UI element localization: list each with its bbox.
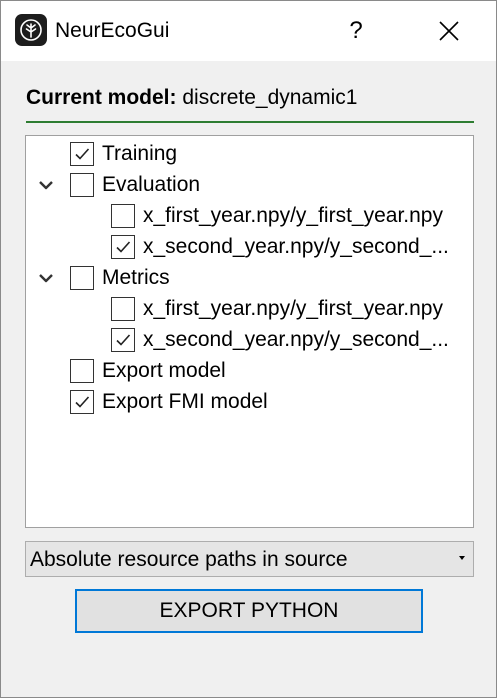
tree-item-label: Export FMI model (102, 390, 268, 413)
close-button[interactable] (424, 11, 474, 51)
expand-chevron-icon[interactable] (35, 174, 57, 196)
tree-item[interactable]: x_second_year.npy/y_second_... (111, 232, 449, 262)
tree-item-label: Export model (102, 359, 226, 382)
tree-item-label: Training (102, 142, 178, 165)
tree-item[interactable]: x_first_year.npy/y_first_year.npy (111, 201, 443, 231)
checkbox-checked[interactable] (111, 235, 135, 259)
checkbox-unchecked[interactable] (70, 173, 94, 197)
app-window: NeurEcoGui ? Current model: discrete_dyn… (0, 0, 497, 698)
checkbox-checked[interactable] (70, 390, 94, 414)
checkbox-checked[interactable] (111, 328, 135, 352)
tree-item-label: x_second_year.npy/y_second_... (143, 235, 449, 258)
checkbox-unchecked[interactable] (70, 266, 94, 290)
leaf-logo-icon (15, 14, 47, 46)
checkmark-icon (75, 396, 90, 408)
help-button[interactable]: ? (331, 11, 381, 51)
tree-item[interactable]: Training (70, 139, 177, 169)
tree-item[interactable]: Metrics (70, 263, 170, 293)
expand-chevron-icon[interactable] (35, 267, 57, 289)
checkbox-checked[interactable] (70, 142, 94, 166)
tree-item[interactable]: Evaluation (70, 170, 200, 200)
resource-paths-selected: Absolute resource paths in source (30, 548, 348, 571)
export-options-tree: Training Evaluation x_first_year.npy/y_fir… (25, 135, 474, 528)
resource-paths-dropdown[interactable]: Absolute resource paths in source (25, 541, 474, 577)
export-python-button[interactable]: EXPORT PYTHON (75, 589, 423, 633)
current-model-label: Current model: (26, 86, 177, 109)
title-bar: NeurEcoGui ? (1, 1, 496, 61)
tree-item-label: Metrics (102, 266, 170, 289)
tree-item[interactable]: Export FMI model (70, 387, 268, 417)
tree-item-label: x_first_year.npy/y_first_year.npy (143, 297, 443, 320)
tree-item[interactable]: Export model (70, 356, 226, 386)
close-icon (439, 21, 459, 41)
current-model-line: Current model: discrete_dynamic1 (26, 85, 357, 111)
checkmark-icon (75, 148, 90, 160)
checkbox-unchecked[interactable] (111, 204, 135, 228)
tree-item[interactable]: x_second_year.npy/y_second_... (111, 325, 449, 355)
checkbox-unchecked[interactable] (70, 359, 94, 383)
tree-item-label: x_first_year.npy/y_first_year.npy (143, 204, 443, 227)
checkbox-unchecked[interactable] (111, 297, 135, 321)
tree-item[interactable]: x_first_year.npy/y_first_year.npy (111, 294, 443, 324)
checkmark-icon (116, 334, 131, 346)
current-model-name: discrete_dynamic1 (182, 86, 358, 109)
tree-item-label: Evaluation (102, 173, 201, 196)
header-divider (26, 121, 474, 123)
checkmark-icon (116, 241, 131, 253)
tree-item-label: x_second_year.npy/y_second_... (143, 328, 449, 351)
window-title: NeurEcoGui (55, 19, 170, 42)
dropdown-arrow-icon (459, 556, 465, 560)
